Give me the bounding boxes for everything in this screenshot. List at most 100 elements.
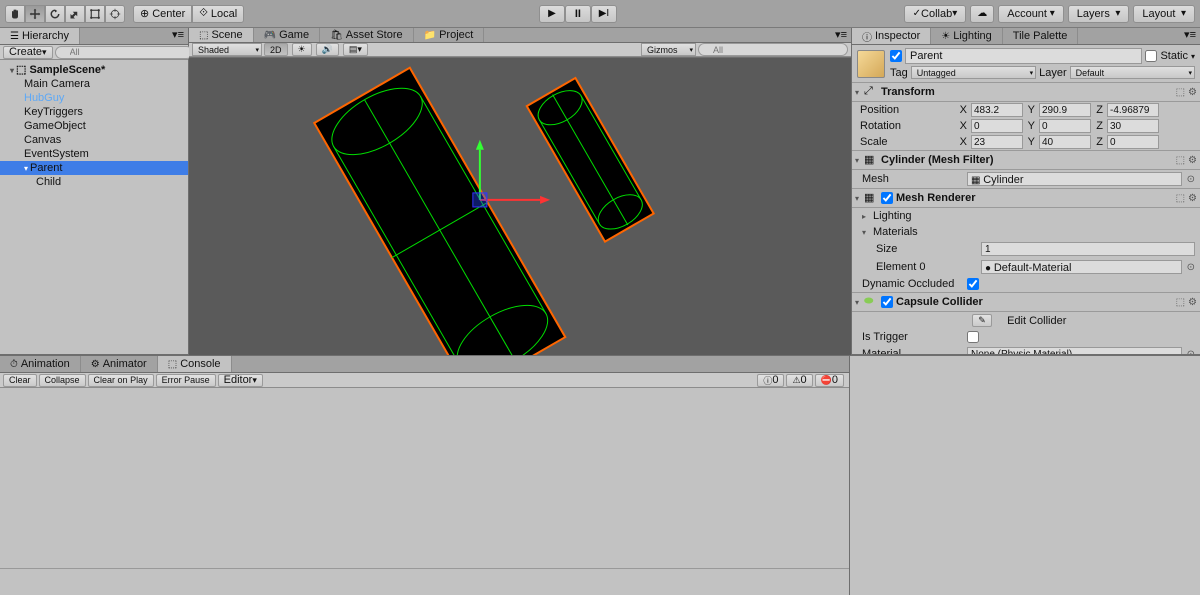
gameobject-name-field[interactable] — [905, 48, 1142, 64]
error-pause-button[interactable]: Error Pause — [156, 374, 216, 387]
project-tab[interactable]: 📁 Project — [414, 28, 485, 42]
transform-header[interactable]: ▾⤢ Transform ⬚ ⚙ — [852, 82, 1200, 102]
rotate-icon — [49, 8, 61, 20]
scene-content — [189, 58, 851, 355]
meshrenderer-header[interactable]: ▾▦ Mesh Renderer ⬚ ⚙ — [852, 188, 1200, 208]
renderer-enabled[interactable] — [881, 192, 893, 204]
static-checkbox[interactable] — [1145, 50, 1157, 62]
layer-dropdown[interactable]: Default — [1070, 66, 1195, 79]
rect-tool[interactable] — [85, 5, 105, 23]
step-button[interactable]: ▶I — [591, 5, 617, 23]
hierarchy-item[interactable]: EventSystem — [0, 147, 188, 161]
scale-y[interactable] — [1039, 135, 1091, 149]
main-toolbar: ⊕Center ⟐Local ▶ II ▶I ✓ Collab ▾ ☁ Acco… — [0, 0, 1200, 28]
clear-on-play-button[interactable]: Clear on Play — [88, 374, 154, 387]
help-icon[interactable]: ⬚ — [1176, 193, 1185, 204]
collab-button[interactable]: ✓ Collab ▾ — [904, 5, 967, 23]
hierarchy-search[interactable] — [55, 46, 193, 59]
help-icon[interactable]: ⬚ — [1176, 87, 1185, 98]
pause-button[interactable]: II — [565, 5, 591, 23]
rot-x[interactable] — [971, 119, 1023, 133]
settings-icon[interactable]: ⚙ — [1188, 193, 1197, 204]
materials-size[interactable] — [981, 242, 1195, 256]
universal-tool[interactable] — [105, 5, 125, 23]
hierarchy-tab[interactable]: ☰ Hierarchy — [0, 28, 80, 44]
account-button[interactable]: Account ▾ — [998, 5, 1064, 23]
object-picker-icon[interactable]: ⊙ — [1187, 262, 1195, 273]
settings-icon[interactable]: ⚙ — [1188, 297, 1197, 308]
settings-icon[interactable]: ⚙ — [1188, 155, 1197, 166]
panel-menu-icon[interactable]: ▾≡ — [168, 28, 188, 44]
gizmos-dropdown[interactable]: Gizmos — [641, 43, 696, 56]
scene-root[interactable]: ▾⬚ SampleScene* — [0, 62, 188, 77]
mesh-field[interactable]: ▦ Cylinder — [967, 172, 1182, 186]
audio-toggle[interactable]: 🔊 — [316, 43, 339, 56]
rot-z[interactable] — [1107, 119, 1159, 133]
rot-y[interactable] — [1039, 119, 1091, 133]
fx-toggle[interactable]: ▤▾ — [343, 43, 368, 56]
hand-tool[interactable] — [5, 5, 25, 23]
hierarchy-item[interactable]: Main Camera — [0, 77, 188, 91]
hierarchy-item[interactable]: HubGuy — [0, 91, 188, 105]
object-picker-icon[interactable]: ⊙ — [1187, 174, 1195, 185]
shading-dropdown[interactable]: Shaded — [192, 43, 262, 56]
collider-enabled[interactable] — [881, 296, 893, 308]
scene-search[interactable] — [698, 43, 848, 56]
asset-store-tab[interactable]: 🛍 Asset Store — [320, 28, 414, 42]
scene-toolbar: Shaded 2D ☀ 🔊 ▤▾ Gizmos — [189, 43, 851, 57]
hierarchy-item[interactable]: Child — [0, 175, 188, 189]
animator-tab[interactable]: ⚙ Animator — [81, 356, 158, 372]
play-button[interactable]: ▶ — [539, 5, 565, 23]
pos-z[interactable] — [1107, 103, 1159, 117]
scale-z[interactable] — [1107, 135, 1159, 149]
inspector-tab[interactable]: ⓘ Inspector — [852, 28, 931, 44]
pivot-center-button[interactable]: ⊕Center — [133, 5, 192, 23]
is-trigger[interactable] — [967, 331, 979, 343]
capsule-header[interactable]: ▾⬬ Capsule Collider ⬚ ⚙ — [852, 292, 1200, 312]
pos-x[interactable] — [971, 103, 1023, 117]
help-icon[interactable]: ⬚ — [1176, 297, 1185, 308]
error-filter[interactable]: ⛔0 — [815, 374, 844, 387]
meshfilter-header[interactable]: ▾▦ Cylinder (Mesh Filter) ⬚ ⚙ — [852, 150, 1200, 170]
game-tab[interactable]: 🎮 Game — [254, 28, 320, 42]
tile-palette-tab[interactable]: Tile Palette — [1003, 28, 1079, 44]
collapse-button[interactable]: Collapse — [39, 374, 86, 387]
create-dropdown[interactable]: Create ▾ — [3, 46, 53, 59]
material-field[interactable]: ● Default-Material — [981, 260, 1182, 274]
hierarchy-item[interactable]: Canvas — [0, 133, 188, 147]
hierarchy-item[interactable]: KeyTriggers — [0, 105, 188, 119]
info-filter[interactable]: ⓘ0 — [757, 374, 784, 387]
warn-filter[interactable]: ⚠0 — [786, 374, 812, 387]
cloud-button[interactable]: ☁ — [970, 5, 994, 23]
rotate-tool[interactable] — [45, 5, 65, 23]
console-tab[interactable]: ⬚ Console — [158, 356, 232, 372]
scene-tab[interactable]: ⬚ Scene — [189, 28, 254, 42]
move-tool[interactable] — [25, 5, 45, 23]
help-icon[interactable]: ⬚ — [1176, 155, 1185, 166]
edit-collider-button[interactable]: ✎ — [972, 314, 992, 327]
hierarchy-item[interactable]: GameObject — [0, 119, 188, 133]
lighting-tab[interactable]: ☀ Lighting — [931, 28, 1003, 44]
panel-menu-icon[interactable]: ▾≡ — [1180, 28, 1200, 44]
scale-tool[interactable] — [65, 5, 85, 23]
universal-icon — [109, 8, 121, 20]
physic-material-field[interactable]: None (Physic Material) — [967, 347, 1182, 354]
layers-button[interactable]: Layers ▾ — [1068, 5, 1130, 23]
hierarchy-item-selected[interactable]: ▾Parent — [0, 161, 188, 175]
dynamic-occluded[interactable] — [967, 278, 979, 290]
settings-icon[interactable]: ⚙ — [1188, 87, 1197, 98]
tag-dropdown[interactable]: Untagged — [911, 66, 1036, 79]
2d-toggle[interactable]: 2D — [264, 43, 288, 56]
clear-button[interactable]: Clear — [3, 374, 37, 387]
active-checkbox[interactable] — [890, 50, 902, 62]
pivot-local-button[interactable]: ⟐Local — [192, 5, 244, 23]
editor-dropdown[interactable]: Editor ▾ — [218, 374, 263, 387]
lighting-toggle[interactable]: ☀ — [292, 43, 312, 56]
animation-tab[interactable]: ⏱ Animation — [0, 356, 81, 372]
scale-x[interactable] — [971, 135, 1023, 149]
layout-button[interactable]: Layout ▾ — [1133, 5, 1195, 23]
scene-viewport[interactable] — [189, 57, 851, 355]
object-picker-icon[interactable]: ⊙ — [1187, 349, 1195, 355]
pos-y[interactable] — [1039, 103, 1091, 117]
panel-menu-icon[interactable]: ▾≡ — [831, 28, 851, 42]
